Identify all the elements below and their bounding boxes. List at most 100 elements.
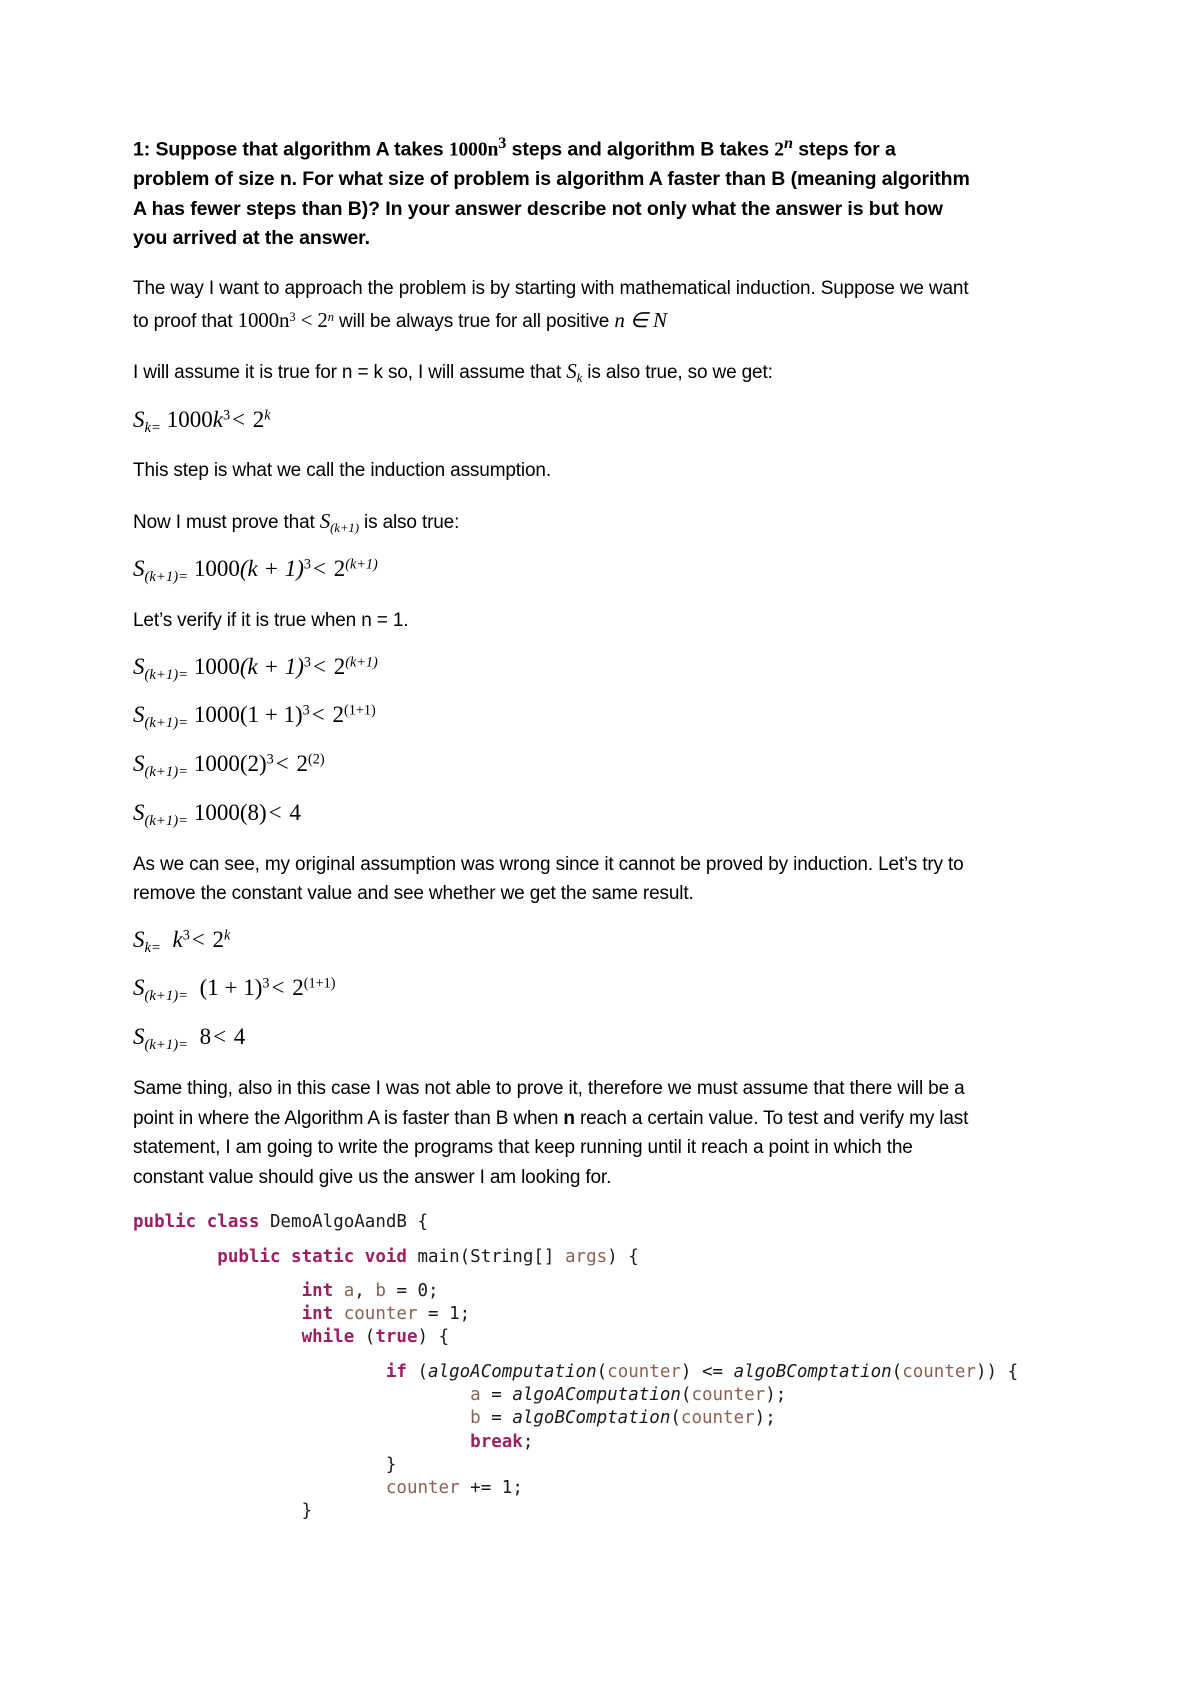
eq1-rhs-exponent: k [264,407,271,424]
eq3-operator: < [313,653,326,679]
eq8-inner: (1 + 1) [199,975,263,1001]
code-line-if-condition: if (algoAComputation(counter) <= algoBCo… [385,1361,1019,1382]
equation-sk1-8-lt-4: S(k+1)= 8< 4 [133,1025,977,1053]
eq8-rhs-exponent: (1+1) [303,976,336,993]
eq1-variable: k [212,406,223,432]
equation-sk-1000k3: Sk= 1000k3< 2k [133,408,977,436]
question-expr1-base: 1000n [448,139,499,161]
p1-text-b: will be always true for all positive [333,310,615,332]
eq9-label-subscript: (k+1)= [144,1037,189,1054]
question-prefix: 1: Suppose that algorithm A takes [133,138,449,161]
eq7-power: 3 [182,927,190,944]
eq5-operator: < [275,751,289,777]
p6-text: As we can see, my original assumption wa… [133,853,964,905]
eq3-rhs-exponent: (k+1) [345,654,378,671]
eq9-rhs-base: 4 [233,1024,246,1050]
code-line-assign-a: a = algoAComputation(counter); [470,1385,787,1405]
eq1-power: 3 [222,407,231,424]
eq2-power: 3 [303,556,311,573]
document-content: 1: Suppose that algorithm A takes 1000n3… [133,131,1019,1524]
eq5-label: S [133,751,145,777]
eq5-label-subscript: (k+1)= [144,764,189,781]
eq2-operator: < [313,556,326,582]
eq2-label: S [133,556,145,582]
eq4-rhs-exponent: (1+1) [343,702,376,719]
p2-text-b: is also true, so we get: [582,362,773,384]
eq2-label-subscript: (k+1)= [144,569,189,586]
paragraph-prove-k-plus-1: Now I must prove that S(k+1) is also tru… [133,505,977,538]
paragraph-same-thing: Same thing, also in this case I was not … [133,1074,977,1193]
eq6-operator: < [268,799,282,825]
eq5-rhs-base: 2 [296,751,309,777]
p1-math-lt: < [295,307,318,332]
eq8-rhs-base: 2 [292,975,304,1001]
eq8-operator: < [271,975,285,1001]
eq7-variable: k [172,926,183,952]
eq9-operator: < [213,1024,227,1050]
eq1-rhs-base: 2 [252,406,265,432]
p4-text-a: Now I must prove that [133,512,320,533]
eq7-rhs-base: 2 [212,926,225,952]
eq5-rhs-exponent: (2) [308,751,325,768]
p1-math-n-in-N: n ∈ N [614,307,667,332]
eq2-inner: (k + 1) [239,556,304,582]
paragraph-induction-assumption: This step is what we call the induction … [133,456,977,486]
eq6-label: S [133,799,145,825]
eq7-operator: < [191,926,205,952]
code-blank-line-2 [133,1269,977,1280]
eq4-operator: < [311,702,325,728]
paragraph-assume-k: I will assume it is true for n = k so, I… [133,355,977,388]
eq3-label-subscript: (k+1)= [144,666,189,683]
equation-sk1-1000-8-lt-4: S(k+1)= 1000(8)< 4 [133,801,977,829]
question-heading: 1: Suppose that algorithm A takes 1000n3… [133,131,977,254]
paragraph-assumption-wrong: As we can see, my original assumption wa… [133,850,977,909]
code-line-main-method: public static void main(String[] args) { [217,1246,639,1267]
eq2-coefficient: 1000 [193,556,240,582]
eq4-label-subscript: (k+1)= [144,715,189,732]
eq3-inner: (k + 1) [239,653,304,679]
eq1-operator: < [232,406,246,432]
eq5-power: 3 [266,751,274,768]
document-page: 1: Suppose that algorithm A takes 1000n3… [0,0,1200,1697]
eq3-coefficient: 1000 [193,653,240,679]
code-line-break: break; [470,1431,534,1452]
equation-sk-k3-lt-2k: Sk= k3< 2k [133,928,977,956]
code-line-close-while: } [133,1501,313,1522]
code-line-int-counter: int counter = 1; [301,1304,471,1325]
question-expr2-exponent: n [783,134,793,152]
paragraph-approach: The way I want to approach the problem i… [133,274,977,336]
eq8-label-subscript: (k+1)= [144,988,189,1005]
eq3-rhs-base: 2 [333,653,346,679]
code-listing: public class DemoAlgoAandB { public stat… [133,1211,1019,1523]
equation-sk1-1plus1-cubed: S(k+1)= (1 + 1)3< 2(1+1) [133,976,977,1004]
eq6-label-subscript: (k+1)= [144,812,189,829]
p1-math-1000n: 1000n [237,307,290,332]
code-blank-line-3 [133,1350,977,1361]
eq5-inner: (2) [239,751,267,777]
eq4-coefficient: 1000 [193,702,240,728]
eq6-rhs-base: 4 [289,799,301,825]
eq4-rhs-base: 2 [332,702,344,728]
eq7-label-subscript: k= [144,939,161,956]
eq1-label-subscript: k= [144,419,161,436]
code-line-int-a-b: int a, b = 0; [301,1280,439,1301]
java-code-block: public class DemoAlgoAandB { public stat… [133,1211,1019,1523]
equation-sk1-1000kplus1: S(k+1)= 1000(k + 1)3< 2(k+1) [133,557,977,585]
code-line-class-declaration: public class DemoAlgoAandB { [133,1212,429,1233]
eq4-inner: (1 + 1) [239,702,303,728]
eq9-lhs: 8 [199,1024,212,1050]
p2-symbol-S: S [566,359,577,384]
code-line-while-true: while (true) { [301,1327,450,1348]
p4-symbol-S-subscript: (k+1) [330,520,359,536]
p3-text: This step is what we call the induction … [133,460,551,482]
p4-text-b: is also true: [358,512,460,533]
equation-sk1-1000-2cubed: S(k+1)= 1000(2)3< 2(2) [133,752,977,780]
question-mid: steps and algorithm B takes [506,138,775,161]
eq4-label: S [133,702,145,728]
eq3-power: 3 [303,654,311,671]
eq3-label: S [133,653,145,679]
p7-bold-n: n [563,1107,575,1129]
equation-sk1-repeat: S(k+1)= 1000(k + 1)3< 2(k+1) [133,655,977,683]
question-expr2-base: 2 [774,139,784,161]
